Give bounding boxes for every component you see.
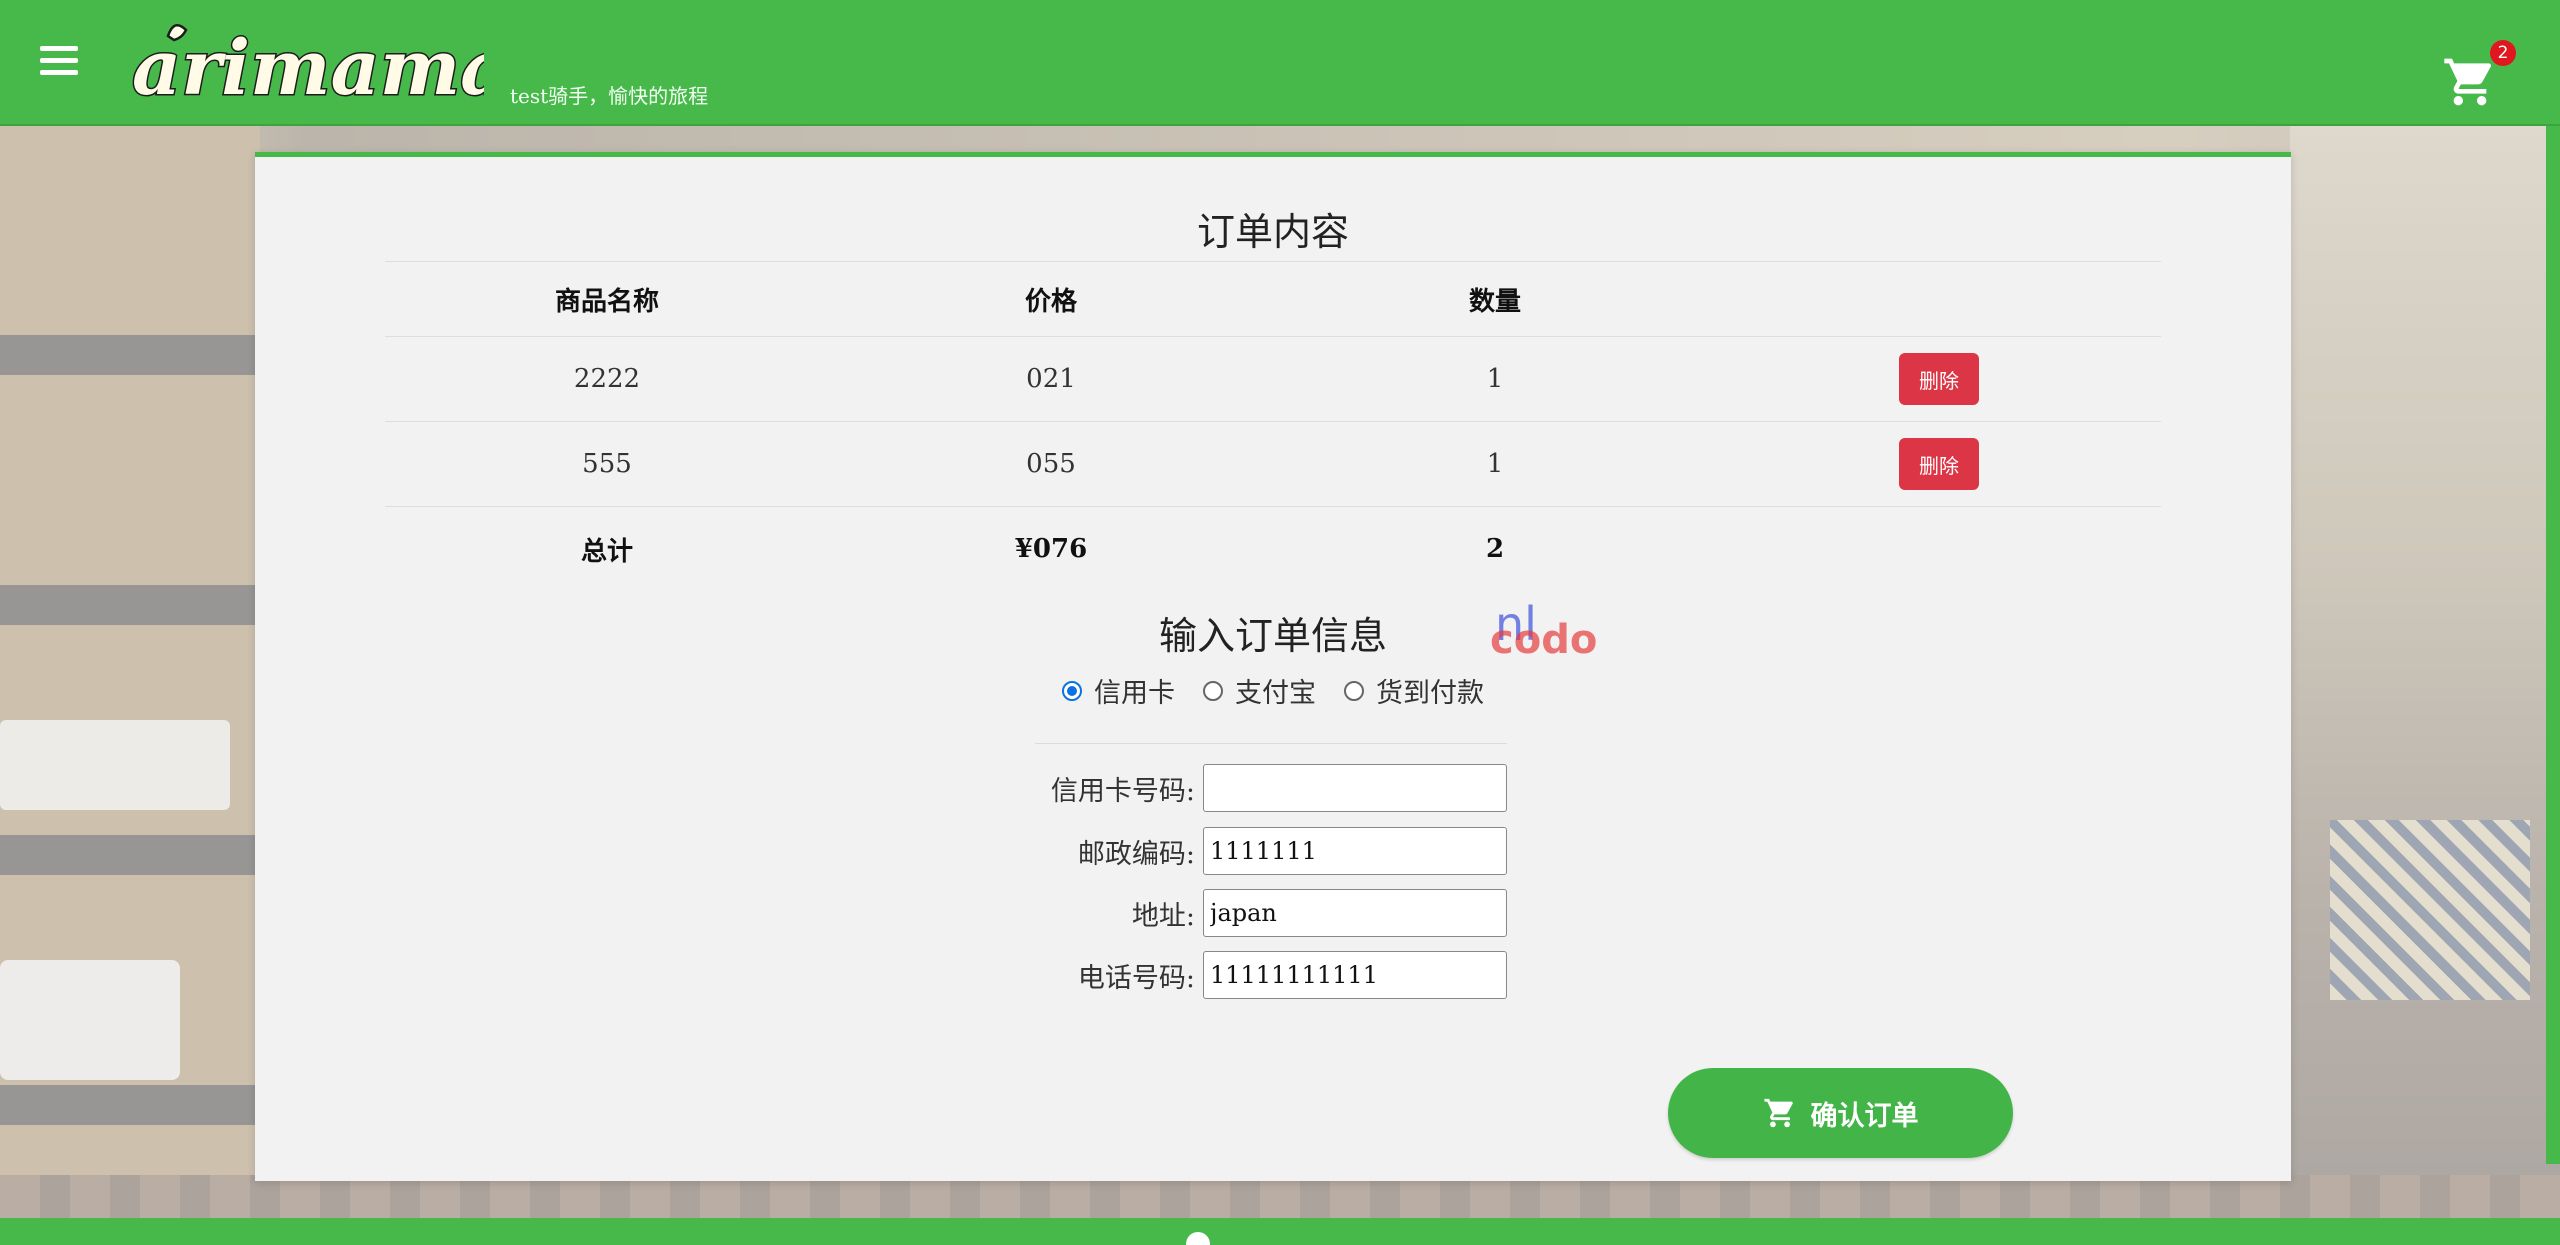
postal-code-input[interactable] bbox=[1203, 827, 1507, 875]
radio-unselected-icon[interactable] bbox=[1344, 680, 1364, 701]
table-row: 2222 021 1 删除 bbox=[385, 336, 2161, 421]
item-price: 021 bbox=[1026, 364, 1076, 394]
postal-code-label: 邮政编码: bbox=[1077, 838, 1195, 870]
site-tagline: test骑手，愉快的旅程 bbox=[510, 84, 709, 108]
footer-bar bbox=[0, 1218, 2560, 1245]
top-header: arimama test骑手，愉快的旅程 2 bbox=[0, 0, 2560, 126]
total-price: ¥076 bbox=[1014, 534, 1088, 564]
payment-option-alipay[interactable]: 支付宝 bbox=[1203, 671, 1316, 710]
item-name: 555 bbox=[582, 449, 632, 479]
form-row-address: 地址: bbox=[255, 889, 2291, 937]
radio-selected-icon[interactable] bbox=[1062, 680, 1082, 701]
payment-option-cash-on-delivery[interactable]: 货到付款 bbox=[1344, 671, 1484, 710]
address-label: 地址: bbox=[1131, 900, 1195, 932]
radio-unselected-icon[interactable] bbox=[1203, 680, 1223, 701]
payment-option-label: 信用卡 bbox=[1094, 678, 1175, 709]
payment-option-label: 支付宝 bbox=[1235, 678, 1316, 709]
item-qty: 1 bbox=[1486, 449, 1504, 479]
item-qty: 1 bbox=[1486, 364, 1504, 394]
form-row-card-number: 信用卡号码: bbox=[255, 764, 2291, 812]
form-row-postal-code: 邮政编码: bbox=[255, 827, 2291, 875]
delete-cell: 删除 bbox=[1717, 422, 2161, 506]
card-number-label: 信用卡号码: bbox=[1050, 775, 1195, 807]
table-row: 555 055 1 删除 bbox=[385, 421, 2161, 506]
confirm-order-label: 确认订单 bbox=[1810, 1100, 1919, 1132]
svg-text:arimama: arimama bbox=[132, 23, 484, 110]
phone-label: 电话号码: bbox=[1077, 962, 1195, 994]
order-title: 订单内容 bbox=[1196, 210, 1349, 254]
side-green-strip bbox=[2546, 124, 2560, 1164]
table-header-row: 商品名称 价格 数量 bbox=[385, 261, 2161, 336]
column-header-price: 价格 bbox=[1024, 286, 1077, 317]
order-card: 订单内容 商品名称 价格 数量 2222 021 1 删除 555 055 1 … bbox=[255, 152, 2291, 1181]
phone-input[interactable] bbox=[1203, 951, 1507, 999]
confirm-order-button[interactable]: 确认订单 bbox=[1668, 1068, 2013, 1158]
order-table: 商品名称 价格 数量 2222 021 1 删除 555 055 1 删除 总计… bbox=[385, 261, 2161, 591]
total-qty: 2 bbox=[1485, 534, 1505, 564]
table-total-row: 总计 ¥076 2 bbox=[385, 506, 2161, 591]
item-price: 055 bbox=[1026, 449, 1076, 479]
delete-cell: 删除 bbox=[1717, 337, 2161, 421]
cart-count-badge: 2 bbox=[2490, 40, 2516, 66]
card-number-input[interactable] bbox=[1203, 764, 1507, 812]
shopping-cart-icon bbox=[1763, 1098, 1793, 1128]
payment-option-label: 货到付款 bbox=[1376, 678, 1484, 709]
column-header-qty: 数量 bbox=[1468, 286, 1521, 317]
payment-method-group: 信用卡 支付宝 货到付款 bbox=[255, 671, 2291, 710]
item-name: 2222 bbox=[573, 364, 641, 394]
form-divider bbox=[1035, 743, 1507, 744]
form-row-phone: 电话号码: bbox=[255, 951, 2291, 999]
shopping-cart-icon[interactable] bbox=[2440, 54, 2500, 110]
total-label: 总计 bbox=[580, 536, 633, 567]
arimama-logo: arimama bbox=[131, 22, 485, 111]
order-info-title: 输入订单信息 bbox=[1158, 614, 1387, 658]
address-input[interactable] bbox=[1203, 889, 1507, 937]
hamburger-menu-icon[interactable] bbox=[36, 42, 84, 82]
delete-button[interactable]: 删除 bbox=[1899, 438, 1979, 490]
column-header-name: 商品名称 bbox=[554, 286, 659, 317]
payment-option-credit-card[interactable]: 信用卡 bbox=[1062, 671, 1175, 710]
delete-button[interactable]: 删除 bbox=[1899, 353, 1979, 405]
